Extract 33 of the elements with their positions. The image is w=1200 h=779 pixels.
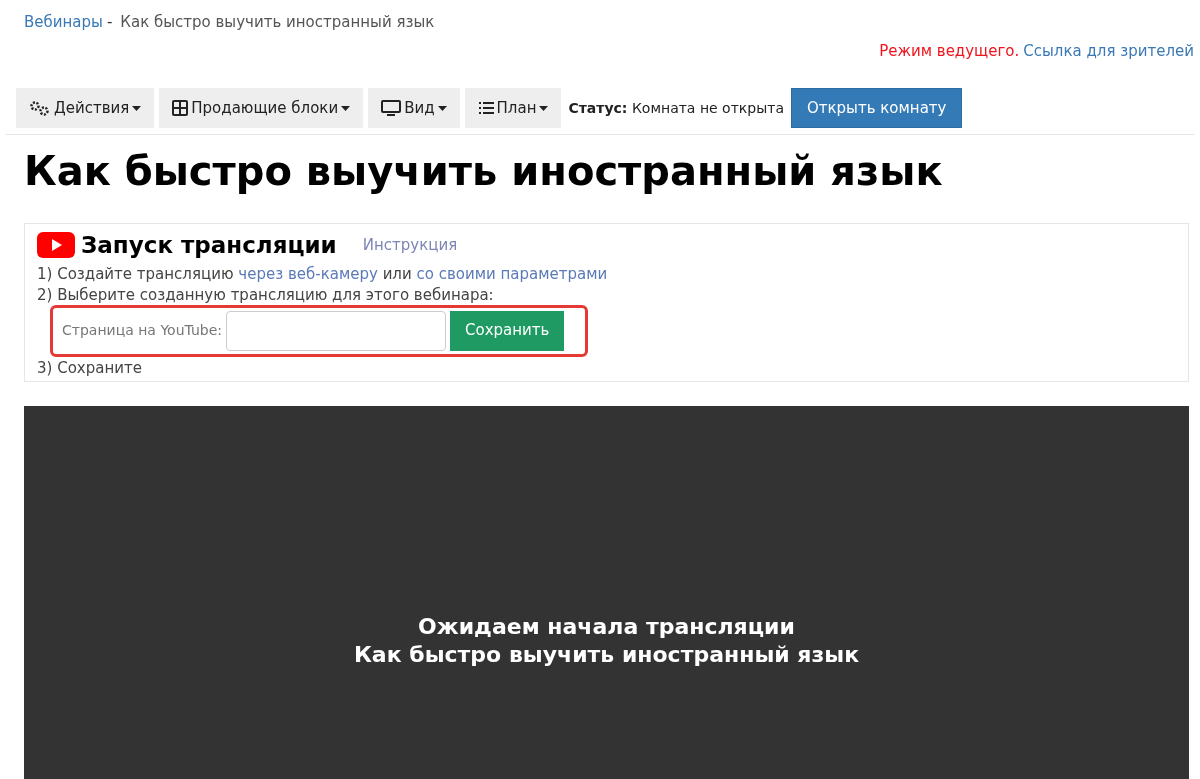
step-text: 2) Выберите созданную трансляцию для этого вебинара: (37, 284, 495, 305)
caret-icon (539, 105, 549, 111)
gears-icon (29, 100, 51, 116)
stream-heading: Запуск трансляции (81, 231, 337, 260)
caret-icon (341, 105, 351, 111)
step-text: 3) Сохраните (37, 357, 143, 379)
step-text: 1) Создайте трансляцию через веб-камеру или со своими параметрами (37, 263, 609, 285)
menu-button[interactable]: Вид (368, 88, 460, 128)
breadcrumb-link[interactable]: Вебинары (24, 11, 103, 34)
instruction-link[interactable]: Инструкция (362, 234, 458, 257)
step-link[interactable]: через веб-камеру (238, 264, 378, 283)
field-label: Страница на YouTube: (62, 321, 223, 340)
breadcrumb-current: Как быстро выучить иностранный язык (120, 12, 435, 33)
status-text: Статус: Комната не открыта (568, 98, 784, 118)
caret-icon (437, 105, 447, 111)
menu-button[interactable]: Продающие блоки (159, 88, 364, 128)
breadcrumb-separator: - (106, 12, 113, 33)
viewer-link[interactable]: Ссылка для зрителей (1023, 39, 1194, 62)
open-room-button[interactable]: Открыть комнату (790, 88, 963, 128)
menu-button[interactable]: Действия (16, 88, 155, 128)
youtube-url-field[interactable] (226, 310, 447, 351)
youtube-icon (37, 232, 75, 259)
caret-icon (132, 105, 142, 111)
page-title: Как быстро выучить иностранный язык (23, 147, 944, 196)
save-button[interactable]: Сохранить (450, 310, 565, 351)
grid-icon (172, 100, 189, 116)
mode-label: Режим ведущего. (879, 40, 1020, 62)
list-icon (477, 101, 494, 115)
player-message: Ожидаем начала трансляции (418, 612, 795, 641)
monitor-icon (381, 100, 402, 116)
menu-button[interactable]: План (464, 88, 562, 128)
step-link[interactable]: со своими параметрами (416, 264, 608, 283)
player-message: Как быстро выучить иностранный язык (353, 640, 860, 669)
